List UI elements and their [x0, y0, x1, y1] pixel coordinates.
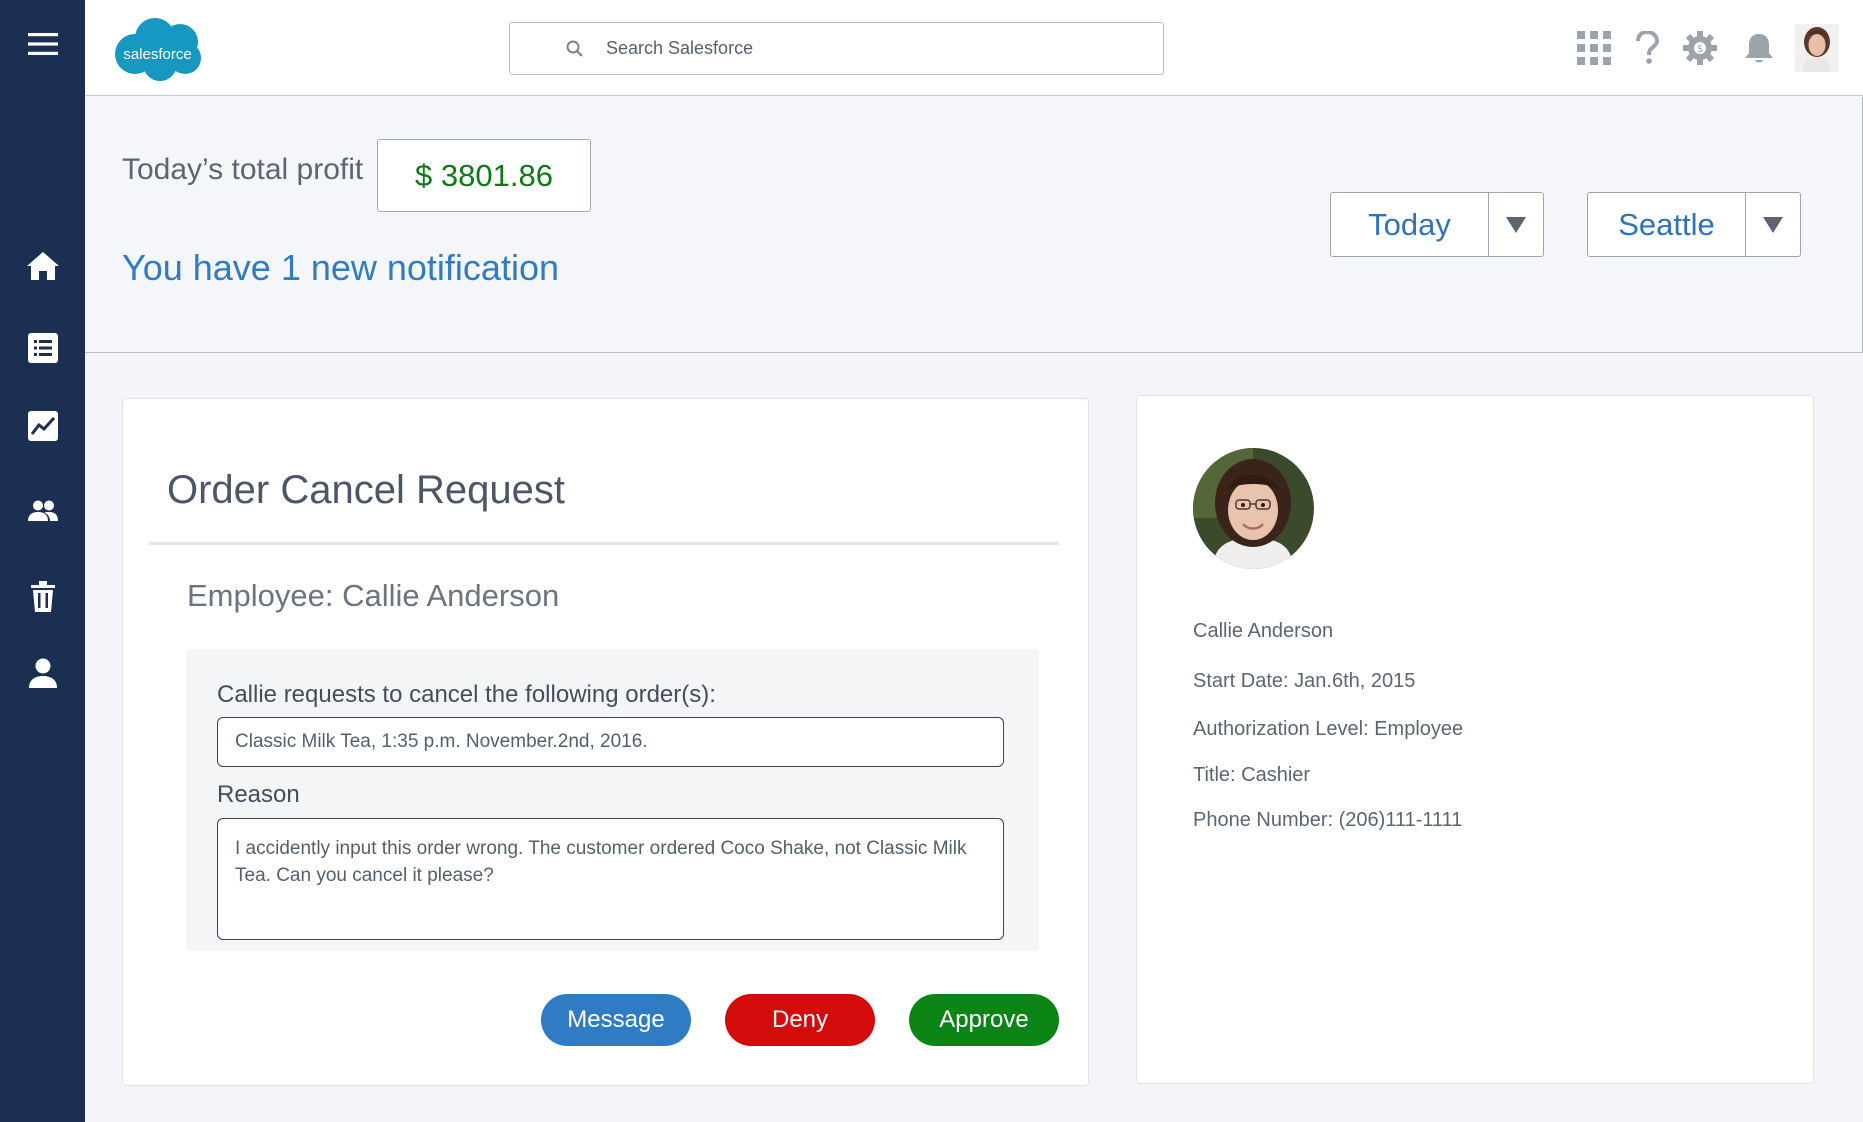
- logo-text: salesforce: [123, 46, 192, 63]
- search-input[interactable]: [606, 38, 1106, 59]
- top-bar: salesforce Search Salesforce $: [85, 0, 1863, 96]
- search-icon: [564, 38, 586, 60]
- profile-phone: Phone Number: (206)111-1111: [1193, 809, 1463, 831]
- user-icon[interactable]: [0, 656, 85, 690]
- profile-title: Title: Cashier: [1193, 764, 1311, 786]
- order-field[interactable]: Classic Milk Tea, 1:35 p.m. November.2nd…: [217, 717, 1004, 767]
- chart-icon[interactable]: [0, 409, 85, 443]
- employee-name: Employee: Callie Anderson: [187, 578, 560, 613]
- chevron-down-icon[interactable]: [1488, 193, 1543, 256]
- orders-label: Callie requests to cancel the following …: [217, 681, 716, 708]
- search-bar[interactable]: [509, 22, 1164, 75]
- profit-label: Today’s total profit: [122, 153, 364, 186]
- reason-label: Reason: [217, 781, 300, 808]
- employee-photo: [1193, 448, 1314, 569]
- summary-banner: Today’s total profit $ 3801.86 You have …: [85, 97, 1863, 353]
- chevron-down-icon[interactable]: [1745, 193, 1800, 256]
- request-details: Callie requests to cancel the following …: [186, 649, 1039, 951]
- list-icon[interactable]: [0, 331, 85, 365]
- trash-icon[interactable]: [0, 579, 85, 615]
- profit-value: $ 3801.86: [377, 139, 591, 212]
- period-dropdown-value: Today: [1368, 206, 1451, 242]
- profile-start-date: Start Date: Jan.6th, 2015: [1193, 670, 1416, 692]
- order-cancel-card: Order Cancel Request Employee: Callie An…: [122, 398, 1089, 1086]
- deny-button[interactable]: Deny: [725, 994, 875, 1046]
- divider: [149, 542, 1059, 545]
- menu-icon[interactable]: [0, 26, 85, 62]
- user-avatar[interactable]: [1790, 24, 1844, 72]
- profile-name: Callie Anderson: [1193, 620, 1334, 642]
- salesforce-logo[interactable]: salesforce: [110, 16, 205, 82]
- location-dropdown[interactable]: Seattle: [1587, 192, 1801, 257]
- approve-button[interactable]: Approve: [909, 994, 1059, 1046]
- reason-field[interactable]: I accidently input this order wrong. The…: [217, 818, 1004, 940]
- location-dropdown-value: Seattle: [1618, 206, 1715, 242]
- settings-gear-icon[interactable]: $: [1672, 31, 1728, 65]
- notification-link[interactable]: You have 1 new notification: [122, 247, 559, 289]
- notification-bell-icon[interactable]: [1728, 32, 1790, 64]
- employee-profile-card: Callie Anderson Start Date: Jan.6th, 201…: [1136, 395, 1814, 1084]
- card-title: Order Cancel Request: [167, 468, 565, 512]
- svg-text:$: $: [1697, 44, 1703, 55]
- profile-authorization: Authorization Level: Employee: [1193, 718, 1464, 740]
- app-launcher-icon[interactable]: [1566, 31, 1622, 65]
- people-icon[interactable]: [0, 496, 85, 526]
- period-dropdown[interactable]: Today: [1330, 192, 1544, 257]
- home-icon[interactable]: [0, 249, 85, 283]
- help-icon[interactable]: [1622, 31, 1672, 65]
- sidebar: [0, 0, 85, 1122]
- message-button[interactable]: Message: [541, 994, 691, 1046]
- utility-icons: $: [1566, 0, 1863, 96]
